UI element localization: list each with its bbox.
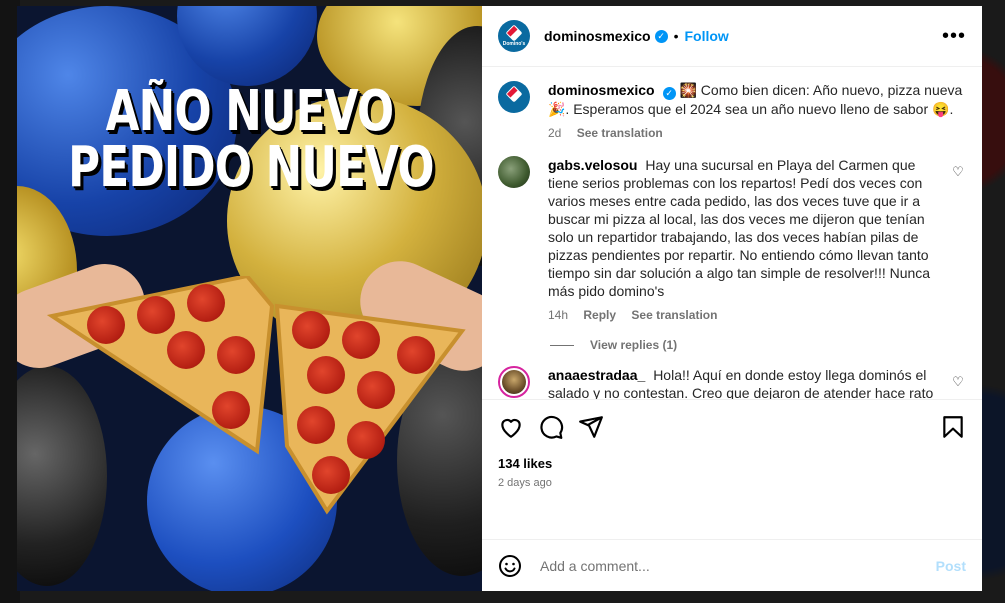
separator-dot: • <box>673 28 679 44</box>
verified-badge-icon: ✓ <box>662 87 676 100</box>
post-side-panel: Domino's dominosmexico ✓ • Follow ••• do… <box>482 6 982 591</box>
post-comment-button[interactable]: Post <box>936 558 966 574</box>
image-headline: AÑO NUEVO PEDIDO NUEVO <box>68 79 434 200</box>
add-comment-bar: Post <box>482 539 982 591</box>
caption-time[interactable]: 2d <box>548 126 561 140</box>
pepperoni <box>187 284 225 322</box>
caption: dominosmexico ✓ 🎇 Como bien dicen: Año nu… <box>498 81 966 142</box>
pepperoni <box>137 296 175 334</box>
headline-line-1: AÑO NUEVO <box>105 79 395 144</box>
avatar[interactable]: Domino's <box>498 20 530 52</box>
pepperoni <box>297 406 335 444</box>
dominos-logo-icon <box>505 24 523 42</box>
pepperoni <box>397 336 435 374</box>
pepperoni <box>307 356 345 394</box>
comment-item: anaaestradaa_ Hola!! Aquí en donde estoy… <box>498 366 966 399</box>
comment-icon[interactable] <box>538 414 564 440</box>
dominos-logo-icon <box>505 85 523 103</box>
avatar[interactable] <box>498 366 530 398</box>
pepperoni <box>212 391 250 429</box>
view-replies-button[interactable]: View replies (1) <box>550 338 966 352</box>
comments-list[interactable]: dominosmexico ✓ 🎇 Como bien dicen: Año nu… <box>482 67 982 399</box>
post-image[interactable]: AÑO NUEVO PEDIDO NUEVO <box>17 6 482 591</box>
share-icon[interactable] <box>578 414 604 440</box>
comment-username[interactable]: anaaestradaa_ <box>548 367 645 383</box>
pepperoni <box>347 421 385 459</box>
avatar[interactable] <box>498 81 530 113</box>
see-translation-link[interactable]: See translation <box>631 308 717 322</box>
post-header: Domino's dominosmexico ✓ • Follow ••• <box>482 6 982 67</box>
more-options-icon[interactable]: ••• <box>942 25 966 48</box>
pepperoni <box>87 306 125 344</box>
emoji-icon[interactable] <box>498 554 522 578</box>
comment-text: Hay una sucursal en Playa del Carmen que… <box>548 157 931 299</box>
pepperoni <box>342 321 380 359</box>
avatar[interactable] <box>498 156 530 188</box>
see-translation-link[interactable]: See translation <box>577 126 663 140</box>
verified-badge-icon: ✓ <box>654 29 668 43</box>
post-modal: AÑO NUEVO PEDIDO NUEVO Domino's dominosm… <box>17 6 982 591</box>
pepperoni <box>292 311 330 349</box>
comment-username[interactable]: gabs.velosou <box>548 157 637 173</box>
comment-item: gabs.velosou Hay una sucursal en Playa d… <box>498 156 966 324</box>
pepperoni <box>357 371 395 409</box>
view-replies-label: View replies (1) <box>590 338 678 352</box>
like-comment-heart-icon[interactable]: ♡ <box>950 374 966 399</box>
comment-input[interactable] <box>538 556 936 575</box>
headline-line-2: PEDIDO NUEVO <box>68 135 434 200</box>
comment-time[interactable]: 14h <box>548 308 568 322</box>
like-comment-heart-icon[interactable]: ♡ <box>950 164 966 324</box>
follow-button[interactable]: Follow <box>685 28 729 44</box>
like-heart-icon[interactable] <box>498 414 524 440</box>
post-actions: 134 likes 2 days ago <box>482 399 982 539</box>
save-bookmark-icon[interactable] <box>940 414 966 440</box>
caption-username[interactable]: dominosmexico <box>548 82 655 98</box>
replies-divider <box>550 344 574 346</box>
pepperoni <box>217 336 255 374</box>
avatar-logo-text: Domino's <box>502 41 526 47</box>
pepperoni <box>312 456 350 494</box>
reply-button[interactable]: Reply <box>583 308 616 322</box>
header-username[interactable]: dominosmexico <box>544 28 651 44</box>
pepperoni <box>167 331 205 369</box>
likes-count[interactable]: 134 likes <box>498 456 966 471</box>
post-date[interactable]: 2 days ago <box>498 477 966 489</box>
